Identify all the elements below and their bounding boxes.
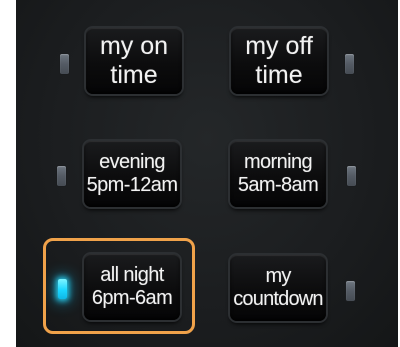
my-on-time-button[interactable]: my on time [86,28,182,94]
button-label-line1: evening [99,151,165,173]
button-label-line1: my on [99,32,169,61]
indicator-my-countdown [346,281,355,301]
button-label-line2: 5am-8am [237,174,319,196]
indicator-my-off-time [345,54,354,74]
evening-button[interactable]: evening 5pm-12am [84,141,180,207]
all-night-button[interactable]: all night 6pm-6am [84,254,180,320]
morning-button[interactable]: morning 5am-8am [230,141,326,207]
indicator-my-on-time [60,54,69,74]
button-label-line1: my [265,265,291,287]
button-label-line1: all night [100,264,164,286]
indicator-all-night [58,279,67,299]
indicator-morning [347,166,356,186]
timer-control-panel [16,0,398,347]
button-label-line2: time [110,61,158,89]
button-label-line1: my off [245,32,313,61]
button-label-line1: morning [243,151,313,173]
button-label-line2: 6pm-6am [91,287,173,309]
indicator-evening [57,166,66,186]
my-off-time-button[interactable]: my off time [231,28,327,94]
my-countdown-button[interactable]: my countdown [230,255,326,321]
button-label-line2: 5pm-12am [86,174,178,196]
button-label-line2: time [255,61,303,89]
button-label-line2: countdown [233,288,323,310]
